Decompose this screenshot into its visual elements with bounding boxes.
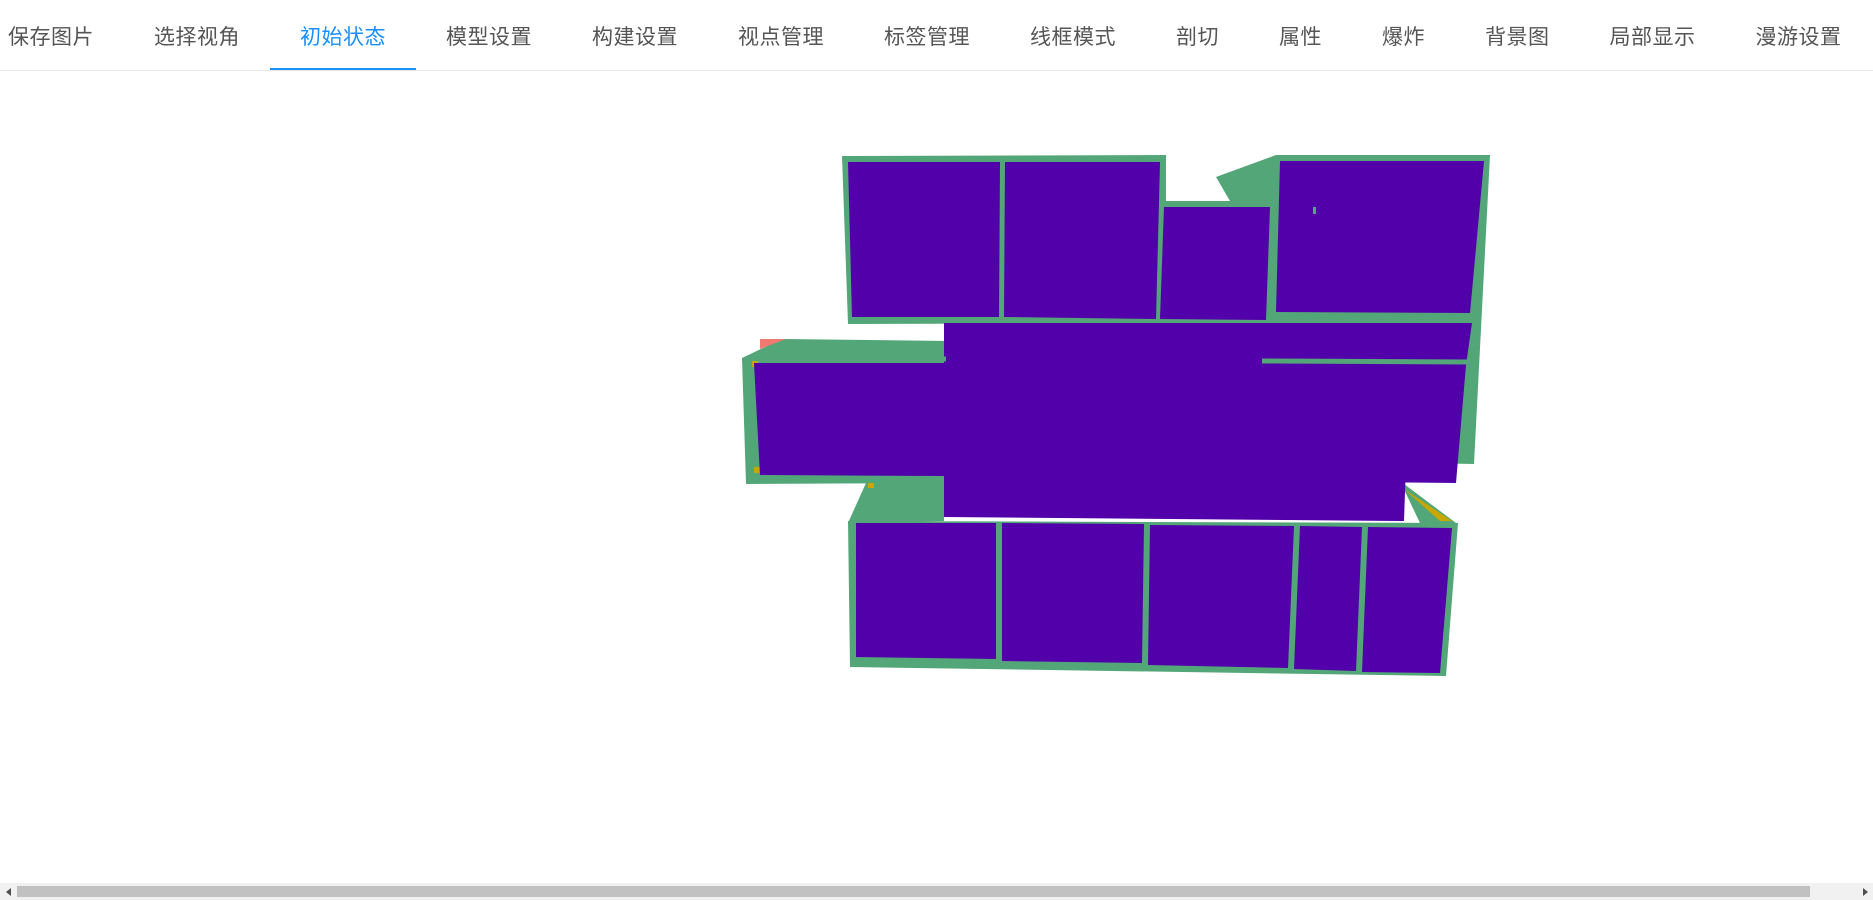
tab-label: 背景图: [1485, 24, 1550, 49]
tab-label: 爆炸: [1382, 24, 1425, 49]
horizontal-scrollbar[interactable]: [0, 883, 1873, 900]
tab-label: 初始状态: [300, 24, 386, 49]
room-bottom-3: [1148, 525, 1294, 668]
tab-label: 构建设置: [592, 24, 678, 49]
room-bottom-1: [856, 523, 996, 659]
room-left-wing: [754, 363, 944, 476]
room-right-mid: [1260, 365, 1466, 483]
room-bottom-5: [1362, 527, 1452, 673]
room-bottom-2: [1002, 523, 1144, 663]
tab-label: 选择视角: [154, 24, 240, 49]
room-top-right: [1276, 161, 1484, 313]
tab-label: 剖切: [1176, 24, 1219, 49]
tab-label: 标签管理: [884, 24, 970, 49]
tab-explode[interactable]: 爆炸: [1352, 0, 1455, 70]
scroll-left-button[interactable]: [0, 883, 16, 900]
scroll-left-arrow-icon: [5, 887, 11, 896]
building-model[interactable]: [0, 71, 1873, 883]
tab-label: 属性: [1279, 24, 1322, 49]
tab-initial-state[interactable]: 初始状态: [270, 0, 416, 70]
model-viewport[interactable]: [0, 71, 1873, 883]
scroll-right-button[interactable]: [1857, 883, 1873, 900]
divider-left-wing-top: [755, 354, 947, 362]
tabs-track: 保存图片 选择视角 初始状态 模型设置 构建设置 视点管理 标签管理 线框模式 …: [0, 0, 1873, 70]
tab-label: 视点管理: [738, 24, 824, 49]
toolbar-tabs: 保存图片 选择视角 初始状态 模型设置 构建设置 视点管理 标签管理 线框模式 …: [0, 0, 1873, 71]
yellow-highlight-left-bottom: [754, 467, 760, 473]
tab-save-image[interactable]: 保存图片: [0, 0, 124, 70]
tab-wireframe-mode[interactable]: 线框模式: [1000, 0, 1146, 70]
wall-slab-lower-right-ramp: [1400, 481, 1456, 523]
scroll-right-arrow-icon: [1862, 887, 1868, 896]
tab-partial-display[interactable]: 局部显示: [1580, 0, 1726, 70]
tab-roam-settings[interactable]: 漫游设置: [1726, 0, 1872, 70]
room-top-2: [1004, 162, 1160, 319]
room-top-3: [1160, 207, 1270, 320]
tab-properties[interactable]: 属性: [1249, 0, 1352, 70]
tab-section[interactable]: 剖切: [1146, 0, 1249, 70]
tab-label: 局部显示: [1609, 24, 1696, 49]
tab-viewpoint-management[interactable]: 视点管理: [708, 0, 854, 70]
divider-top-right-lower: [1275, 314, 1471, 321]
room-top-1: [848, 162, 1000, 317]
yellow-highlight-ramp: [868, 483, 874, 488]
room-bottom-4: [1294, 526, 1362, 671]
tab-label: 模型设置: [446, 24, 532, 49]
tab-model-settings[interactable]: 模型设置: [416, 0, 562, 70]
tab-background-image[interactable]: 背景图: [1455, 0, 1580, 70]
app-window: 保存图片 选择视角 初始状态 模型设置 构建设置 视点管理 标签管理 线框模式 …: [0, 0, 1873, 900]
tab-label: 保存图片: [8, 24, 94, 49]
tab-label: 漫游设置: [1755, 24, 1842, 49]
marker-dot: [1313, 207, 1316, 214]
scrollbar-thumb[interactable]: [17, 886, 1810, 897]
divider-corridor-right: [1261, 358, 1471, 365]
wall-slab-lower-ramp: [848, 483, 944, 523]
tab-label: 线框模式: [1030, 24, 1116, 49]
tab-build-settings[interactable]: 构建设置: [562, 0, 708, 70]
tab-label-management[interactable]: 标签管理: [854, 0, 1000, 70]
tab-select-view[interactable]: 选择视角: [124, 0, 270, 70]
